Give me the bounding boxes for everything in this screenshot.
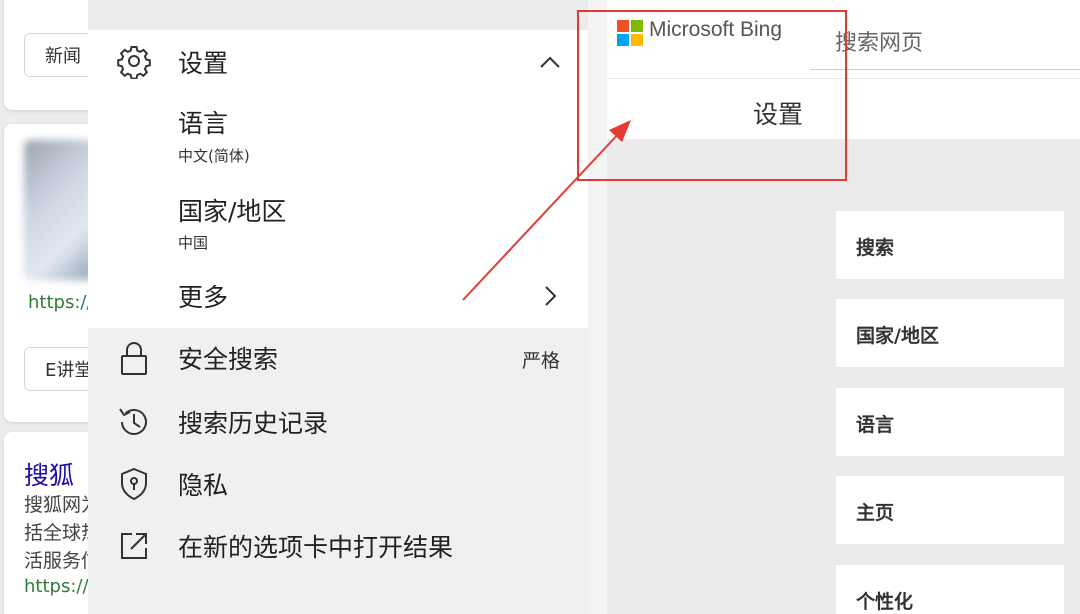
region-setting[interactable]: 国家/地区 中国: [88, 188, 588, 264]
language-label: 语言: [178, 109, 229, 138]
card-label: 个性化: [856, 591, 914, 613]
language-value: 中文(简体): [178, 147, 250, 165]
result-title[interactable]: 搜狐: [24, 456, 74, 492]
card-label: 主页: [856, 502, 895, 524]
history-icon: [119, 408, 147, 435]
open-external-icon: [121, 533, 147, 559]
gear-icon: [117, 46, 151, 79]
search-history-label: 搜索历史记录: [178, 409, 329, 438]
settings-card-language[interactable]: 语言: [836, 388, 1064, 456]
background-search-results: 新闻 https://v E讲堂 搜狐 搜狐网为 括全球热 活服务信 https…: [0, 0, 100, 614]
more-label: 更多: [178, 283, 229, 312]
settings-card-region[interactable]: 国家/地区: [836, 299, 1064, 367]
shield-icon: [121, 467, 147, 501]
settings-card-search[interactable]: 搜索: [836, 211, 1064, 279]
safe-search-setting[interactable]: 安全搜索 严格: [88, 334, 588, 384]
settings-card-homepage[interactable]: 主页: [836, 476, 1064, 544]
privacy-setting[interactable]: 隐私: [88, 460, 588, 510]
search-input[interactable]: 搜索网页: [835, 25, 923, 57]
card-label: 语言: [856, 414, 895, 436]
privacy-label: 隐私: [178, 471, 229, 500]
result-thumbnail: [24, 140, 94, 280]
card-label: 国家/地区: [856, 325, 939, 347]
more-setting[interactable]: 更多: [88, 274, 588, 324]
language-setting[interactable]: 语言 中文(简体): [88, 100, 588, 176]
settings-title: 设置: [178, 49, 229, 78]
chevron-up-icon[interactable]: [538, 50, 562, 74]
settings-header[interactable]: 设置: [88, 30, 588, 92]
panel-top-strip: [88, 0, 588, 30]
settings-panel: 设置 语言 中文(简体) 国家/地区 中国 更多 安全搜索 严格 搜索历史记录 …: [88, 0, 588, 614]
result-card: https://v E讲堂: [4, 124, 100, 422]
card-label: 搜索: [856, 237, 895, 259]
search-input-underline: [810, 69, 1080, 70]
region-value: 中国: [178, 234, 209, 252]
open-new-tab-label: 在新的选项卡中打开结果: [178, 533, 454, 562]
safe-search-label: 安全搜索: [178, 345, 279, 374]
lock-icon: [121, 342, 147, 375]
open-new-tab-setting[interactable]: 在新的选项卡中打开结果: [88, 522, 588, 572]
settings-card-personalization[interactable]: 个性化: [836, 565, 1064, 614]
settings-section: 设置 语言 中文(简体) 国家/地区 中国 更多: [88, 30, 588, 328]
result-card: 新闻: [4, 0, 100, 110]
annotation-highlight-box: [577, 10, 847, 181]
region-label: 国家/地区: [178, 197, 287, 226]
search-history-setting[interactable]: 搜索历史记录: [88, 398, 588, 448]
safe-search-value: 严格: [521, 350, 560, 372]
chevron-right-icon: [545, 286, 557, 306]
